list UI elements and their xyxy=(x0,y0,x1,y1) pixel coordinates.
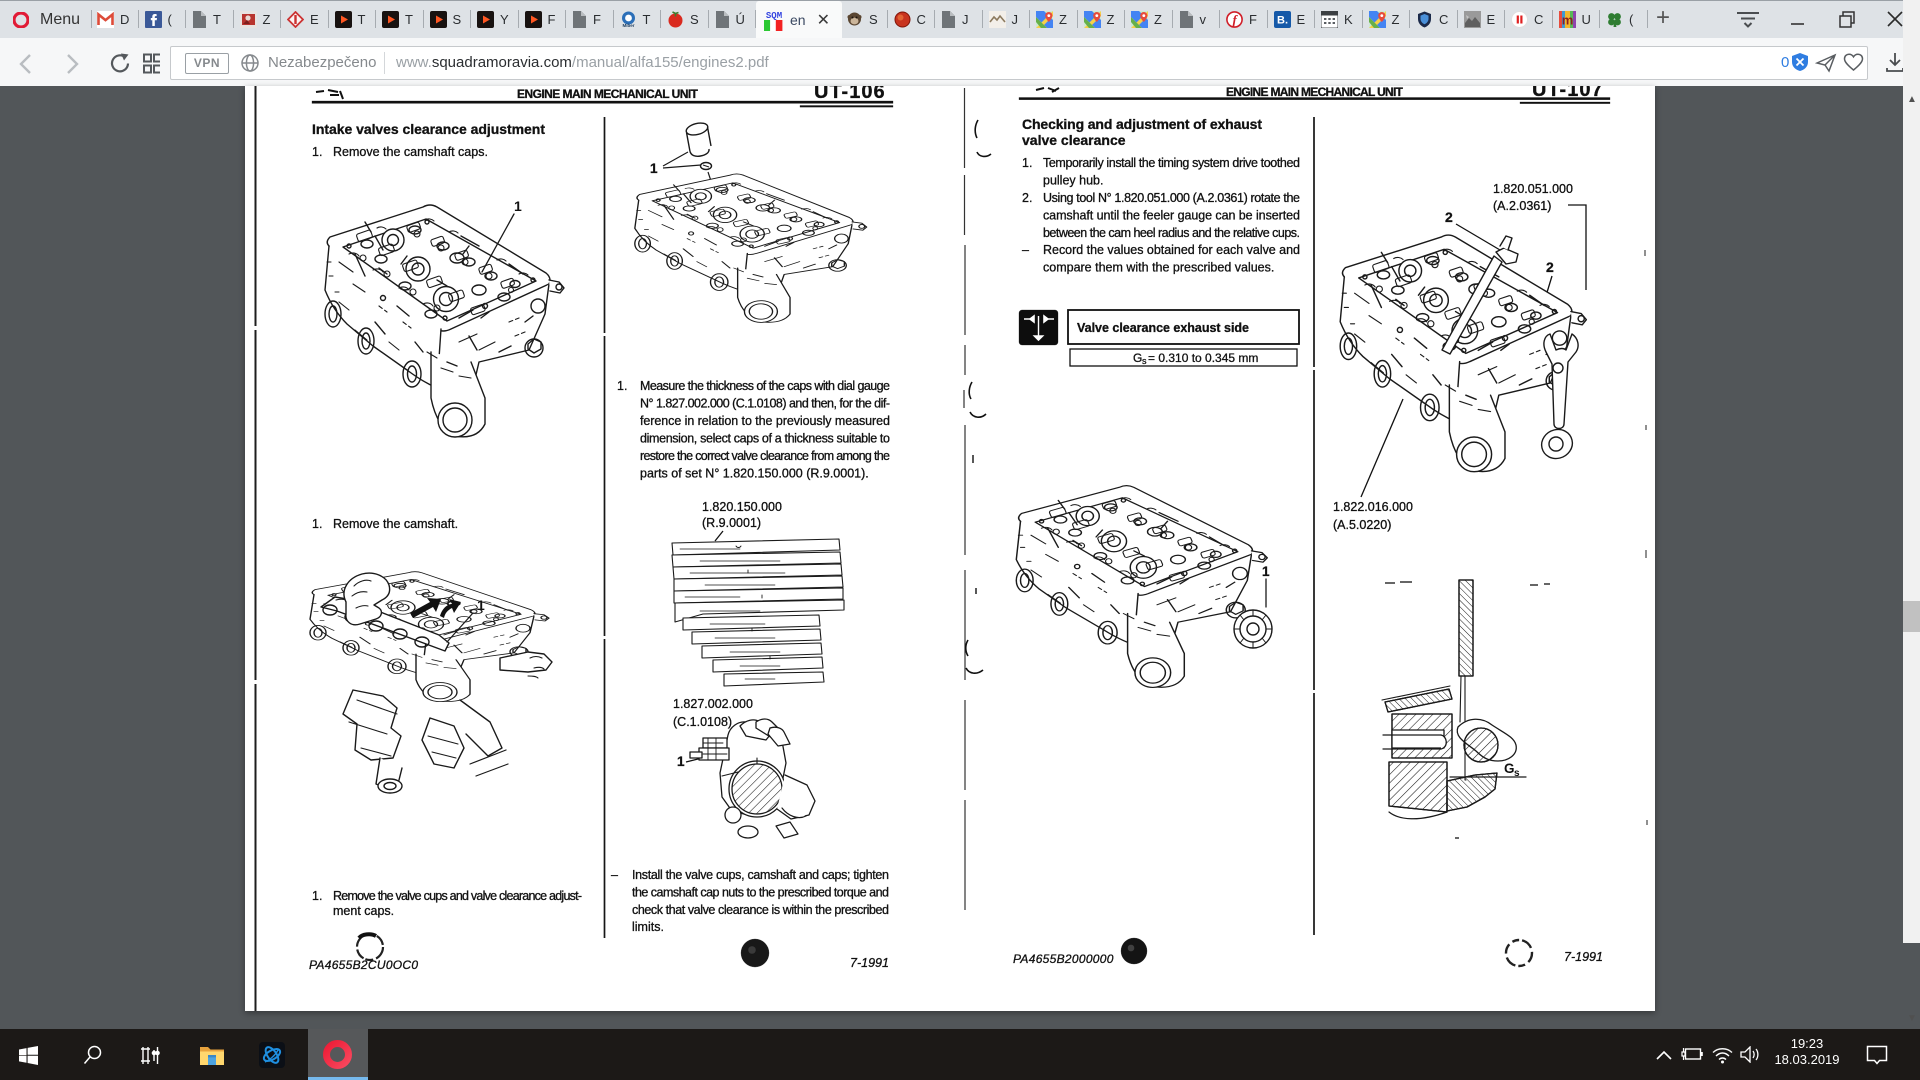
svg-text:Install the valve cups, camsha: Install the valve cups, camshaft and cap… xyxy=(632,868,889,882)
svg-text:Valve clearance exhaust side: Valve clearance exhaust side xyxy=(1077,321,1249,335)
svg-text:UT-106: UT-106 xyxy=(814,86,886,103)
svg-text:Temporarily install the timing: Temporarily install the timing system dr… xyxy=(1043,156,1300,170)
svg-text:7-1991: 7-1991 xyxy=(1564,950,1603,964)
svg-text:1.820.150.000: 1.820.150.000 xyxy=(702,500,782,514)
svg-text:the camshaft cap nuts to the p: the camshaft cap nuts to the prescribed … xyxy=(632,886,889,900)
svg-text:ENGINE MAIN MECHANICAL UNIT: ENGINE MAIN MECHANICAL UNIT xyxy=(517,87,699,101)
svg-text:1.: 1. xyxy=(312,145,322,159)
svg-text:1.822.016.000: 1.822.016.000 xyxy=(1333,500,1413,514)
svg-text:Using tool N° 1.820.051.000 (A: Using tool N° 1.820.051.000 (A.2.0361) r… xyxy=(1043,191,1300,205)
svg-text:N° 1.827.002.000 (C.1.0108) an: N° 1.827.002.000 (C.1.0108) and then, fo… xyxy=(640,397,890,411)
svg-text:parts of set N° 1.820.150.000: parts of set N° 1.820.150.000 (R.9.0001)… xyxy=(640,467,869,481)
svg-text:ment caps.: ment caps. xyxy=(333,904,394,918)
svg-text:1: 1 xyxy=(514,198,522,214)
svg-text:2: 2 xyxy=(1445,209,1453,225)
svg-text:–: – xyxy=(611,868,618,882)
svg-text:m: m xyxy=(1561,12,1573,27)
svg-text:1: 1 xyxy=(677,754,685,769)
svg-text:restore the correct valve clea: restore the correct valve clearance from… xyxy=(640,449,890,463)
svg-text:B.: B. xyxy=(1277,14,1288,26)
svg-text:7-1991: 7-1991 xyxy=(850,956,889,970)
svg-text:–: – xyxy=(1022,243,1029,257)
svg-text:1.: 1. xyxy=(312,517,322,531)
svg-text:1.: 1. xyxy=(312,889,322,903)
svg-text:(C.1.0108): (C.1.0108) xyxy=(673,715,732,729)
svg-text:Record the values obtained for: Record the values obtained for each valv… xyxy=(1043,243,1300,257)
svg-text:dimension, select caps of a th: dimension, select caps of a thickness su… xyxy=(640,432,890,446)
svg-text:SQM: SQM xyxy=(766,11,782,21)
svg-text:s: s xyxy=(1142,356,1147,366)
svg-text:(A.2.0361): (A.2.0361) xyxy=(1493,199,1551,213)
svg-text:Remove the camshaft caps.: Remove the camshaft caps. xyxy=(333,145,488,159)
svg-text:(A.5.0220): (A.5.0220) xyxy=(1333,518,1391,532)
svg-text:PA4655B2000000: PA4655B2000000 xyxy=(1013,952,1114,966)
svg-text:1.820.051.000: 1.820.051.000 xyxy=(1493,182,1573,196)
svg-text:compare them with the prescrib: compare them with the prescribed values. xyxy=(1043,261,1274,275)
svg-text:Miber: Miber xyxy=(622,23,634,28)
svg-text:G: G xyxy=(1504,761,1515,776)
svg-text:1.: 1. xyxy=(1022,156,1032,170)
svg-text:2.: 2. xyxy=(1022,191,1032,205)
svg-text:Intake valves clearance adjust: Intake valves clearance adjustment xyxy=(312,121,545,137)
svg-text:limits.: limits. xyxy=(632,920,664,934)
svg-text:ENGINE MAIN MECHANICAL UNIT: ENGINE MAIN MECHANICAL UNIT xyxy=(1226,86,1404,99)
svg-text:check that valve clearance is: check that valve clearance is within the… xyxy=(632,903,889,917)
svg-text:ference in relation to the pre: ference in relation to the previously me… xyxy=(640,414,890,428)
svg-text:1: 1 xyxy=(477,597,485,613)
svg-text:Remove the camshaft.: Remove the camshaft. xyxy=(333,517,458,531)
svg-text:G: G xyxy=(1133,351,1142,365)
svg-text:1: 1 xyxy=(1262,564,1270,579)
svg-text:s: s xyxy=(1514,768,1520,779)
svg-text:Measure the thickness of the c: Measure the thickness of the caps with d… xyxy=(640,379,890,393)
svg-text:pulley hub.: pulley hub. xyxy=(1043,174,1103,188)
svg-text:1.827.002.000: 1.827.002.000 xyxy=(673,697,753,711)
svg-text:PA4655B2CU0OC0: PA4655B2CU0OC0 xyxy=(309,958,418,972)
svg-text:between the cam heel radius an: between the cam heel radius and the rela… xyxy=(1043,226,1300,240)
svg-text:1.: 1. xyxy=(617,379,627,393)
svg-text:camshaft until the feeler gaug: camshaft until the feeler gauge can be i… xyxy=(1043,209,1300,223)
svg-text:= 0.310 to 0.345 mm: = 0.310 to 0.345 mm xyxy=(1148,351,1258,365)
svg-text:Checking and adjustment of exh: Checking and adjustment of exhaust xyxy=(1022,116,1262,132)
svg-text:valve clearance: valve clearance xyxy=(1022,132,1126,148)
svg-text:1: 1 xyxy=(650,161,658,176)
svg-text:2: 2 xyxy=(1546,259,1554,275)
svg-text:Remove the valve cups and valv: Remove the valve cups and valve clearanc… xyxy=(333,889,582,903)
svg-text:(R.9.0001): (R.9.0001) xyxy=(702,516,761,530)
